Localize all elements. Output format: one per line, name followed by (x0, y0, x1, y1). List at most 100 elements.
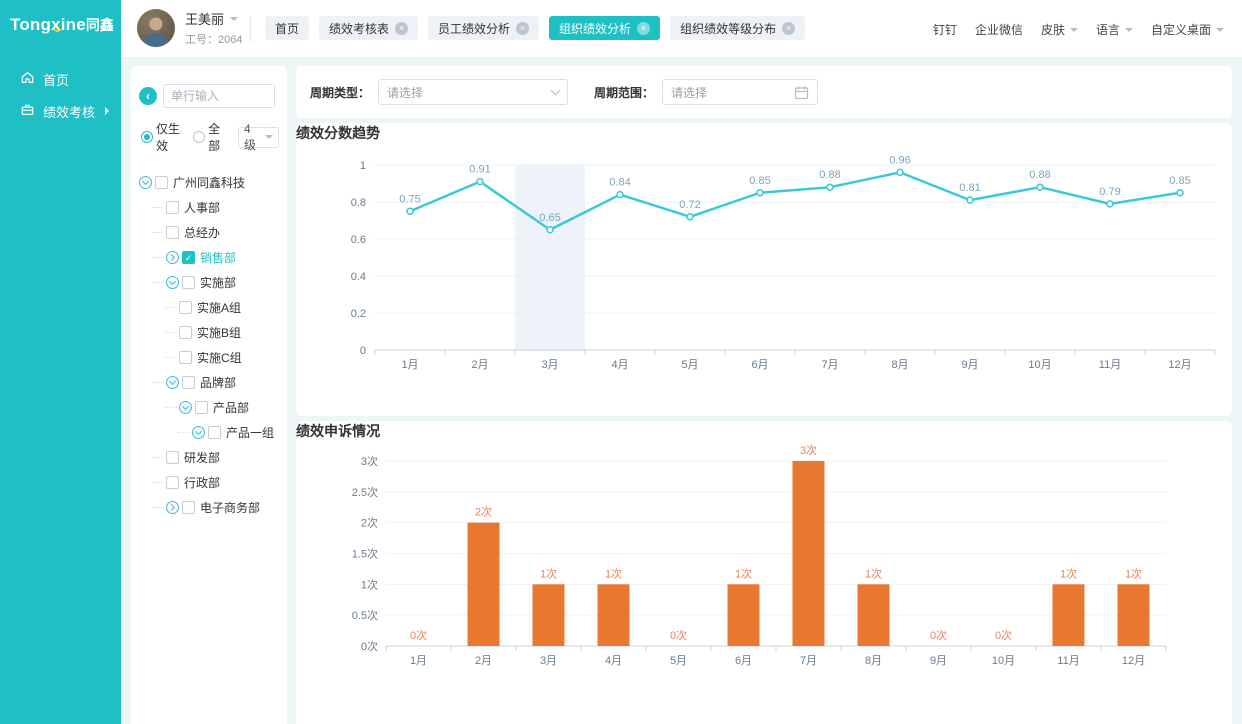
user-name: 王美丽 (185, 9, 224, 28)
chevron-right-icon (168, 504, 175, 511)
tab-appraisal-form[interactable]: 绩效考核表× (319, 16, 418, 40)
svg-text:1次: 1次 (1125, 566, 1142, 580)
chevron-down-icon (142, 178, 149, 185)
header-link-language[interactable]: 语言 (1096, 21, 1133, 38)
period-range-label: 周期范围： (594, 84, 654, 101)
header-link-skin[interactable]: 皮肤 (1041, 21, 1078, 38)
tree-connector (152, 482, 164, 483)
sidebar-item-home[interactable]: 首页 (0, 63, 121, 95)
period-type-select[interactable]: 请选择 (378, 79, 568, 105)
radio-label: 仅生效 (156, 120, 189, 154)
tree-connector (152, 207, 164, 208)
tree-node-label: 人事部 (184, 199, 220, 216)
header-link-label: 自定义桌面 (1151, 21, 1211, 38)
tree-checkbox[interactable] (166, 201, 179, 214)
period-range-picker[interactable]: 请选择 (662, 79, 818, 105)
header-link-wecom[interactable]: 企业微信 (975, 21, 1023, 38)
tree-expander-icon[interactable] (139, 176, 152, 189)
tree-node-label: 实施A组 (197, 299, 241, 316)
radio-active-only[interactable]: 仅生效 (141, 120, 189, 154)
svg-text:0.88: 0.88 (819, 169, 840, 181)
chevron-down-icon (551, 86, 561, 96)
tree-checkbox[interactable] (166, 451, 179, 464)
performance-appeal-section: 绩效申诉情况 0次0.5次1次1.5次2次2.5次3次1月2月3月4月5月6月7… (296, 421, 1232, 724)
brand-logo: Tongxine同鑫 (0, 0, 121, 35)
tree-expander-icon[interactable] (192, 426, 205, 439)
tree-node[interactable]: 电子商务部 (131, 495, 287, 520)
tree-checkbox[interactable] (182, 276, 195, 289)
tree-node[interactable]: 人事部 (131, 195, 287, 220)
tree-node[interactable]: 实施A组 (131, 295, 287, 320)
header-link-dingtalk[interactable]: 钉钉 (933, 21, 957, 38)
tree-node[interactable]: 广州同鑫科技 (131, 170, 287, 195)
tree-checkbox[interactable] (182, 501, 195, 514)
calendar-icon (794, 85, 809, 100)
radio-all[interactable]: 全部 (193, 120, 230, 154)
user-caret-icon (230, 17, 238, 21)
tree-checkbox[interactable]: ✓ (182, 251, 195, 264)
tree-node[interactable]: 产品一组 (131, 420, 287, 445)
tree-connector (152, 382, 164, 383)
top-header: 王美丽 工号：2064 首页绩效考核表× 员工绩效分析× 组织绩效分析× 组织绩效等级… (121, 0, 1242, 57)
svg-text:0.6: 0.6 (351, 234, 366, 246)
tree-checkbox[interactable] (195, 401, 208, 414)
tab-close-icon[interactable]: × (395, 22, 408, 35)
tab-label: 组织绩效等级分布 (680, 20, 776, 37)
tree-node[interactable]: 实施C组 (131, 345, 287, 370)
tree-node-label: 产品一组 (226, 424, 274, 441)
user-info[interactable]: 王美丽 工号：2064 (137, 9, 242, 47)
svg-text:0次: 0次 (670, 628, 687, 642)
tree-checkbox[interactable] (155, 176, 168, 189)
tree-node[interactable]: 总经办 (131, 220, 287, 245)
tree-connector (165, 407, 177, 408)
chevron-down-icon (182, 403, 189, 410)
svg-text:0.91: 0.91 (469, 164, 490, 176)
tree-expander-icon[interactable] (166, 376, 179, 389)
tree-node[interactable]: 实施B组 (131, 320, 287, 345)
svg-text:1次: 1次 (1060, 566, 1077, 580)
tab-close-icon[interactable]: × (516, 22, 529, 35)
svg-text:0次: 0次 (995, 628, 1012, 642)
tab-employee-performance-analysis[interactable]: 员工绩效分析× (428, 16, 539, 40)
chevron-down-icon (1070, 28, 1078, 32)
tree-expander-icon[interactable] (179, 401, 192, 414)
tree-expander-icon[interactable] (166, 251, 179, 264)
tab-close-icon[interactable]: × (637, 22, 650, 35)
tree-checkbox[interactable] (179, 351, 192, 364)
tree-expander-icon[interactable] (166, 501, 179, 514)
chevron-down-icon (1216, 28, 1224, 32)
tree-checkbox[interactable] (179, 301, 192, 314)
tree-node[interactable]: ✓销售部 (131, 245, 287, 270)
avatar[interactable] (137, 9, 175, 47)
svg-text:1.5次: 1.5次 (352, 547, 378, 561)
level-select[interactable]: 4级 (238, 127, 279, 148)
chevron-down-icon (169, 378, 176, 385)
tree-checkbox[interactable] (166, 476, 179, 489)
tab-home[interactable]: 首页 (265, 16, 309, 40)
tree-checkbox[interactable] (182, 376, 195, 389)
tree-node[interactable]: 研发部 (131, 445, 287, 470)
performance-score-trend-chart[interactable]: 00.20.40.60.811月2月3月4月5月6月7月8月9月10月11月12… (296, 143, 1232, 393)
header-link-custom-desktop[interactable]: 自定义桌面 (1151, 21, 1224, 38)
performance-appeal-chart[interactable]: 0次0.5次1次1.5次2次2.5次3次1月2月3月4月5月6月7月8月9月10… (296, 441, 1232, 701)
tree-connector (165, 307, 177, 308)
sidebar-item-performance[interactable]: 绩效考核 (0, 95, 121, 127)
tree-node[interactable]: 行政部 (131, 470, 287, 495)
tree-node[interactable]: 实施部 (131, 270, 287, 295)
tree-node-label: 行政部 (184, 474, 220, 491)
tree-expander-icon[interactable] (166, 276, 179, 289)
search-input[interactable] (163, 84, 275, 108)
svg-text:3月: 3月 (541, 359, 558, 371)
tab-org-performance-analysis[interactable]: 组织绩效分析× (549, 16, 660, 40)
tree-checkbox[interactable] (179, 326, 192, 339)
tab-org-grade-distribution[interactable]: 组织绩效等级分布 × (670, 16, 805, 40)
tree-checkbox[interactable] (208, 426, 221, 439)
collapse-panel-button[interactable]: ‹ (139, 87, 157, 105)
tree-node[interactable]: 产品部 (131, 395, 287, 420)
tree-node[interactable]: 品牌部 (131, 370, 287, 395)
radio-icon (193, 131, 205, 143)
period-type-label: 周期类型： (310, 84, 370, 101)
tab-close-icon[interactable]: × (782, 22, 795, 35)
header-link-label: 企业微信 (975, 21, 1023, 38)
tree-checkbox[interactable] (166, 226, 179, 239)
